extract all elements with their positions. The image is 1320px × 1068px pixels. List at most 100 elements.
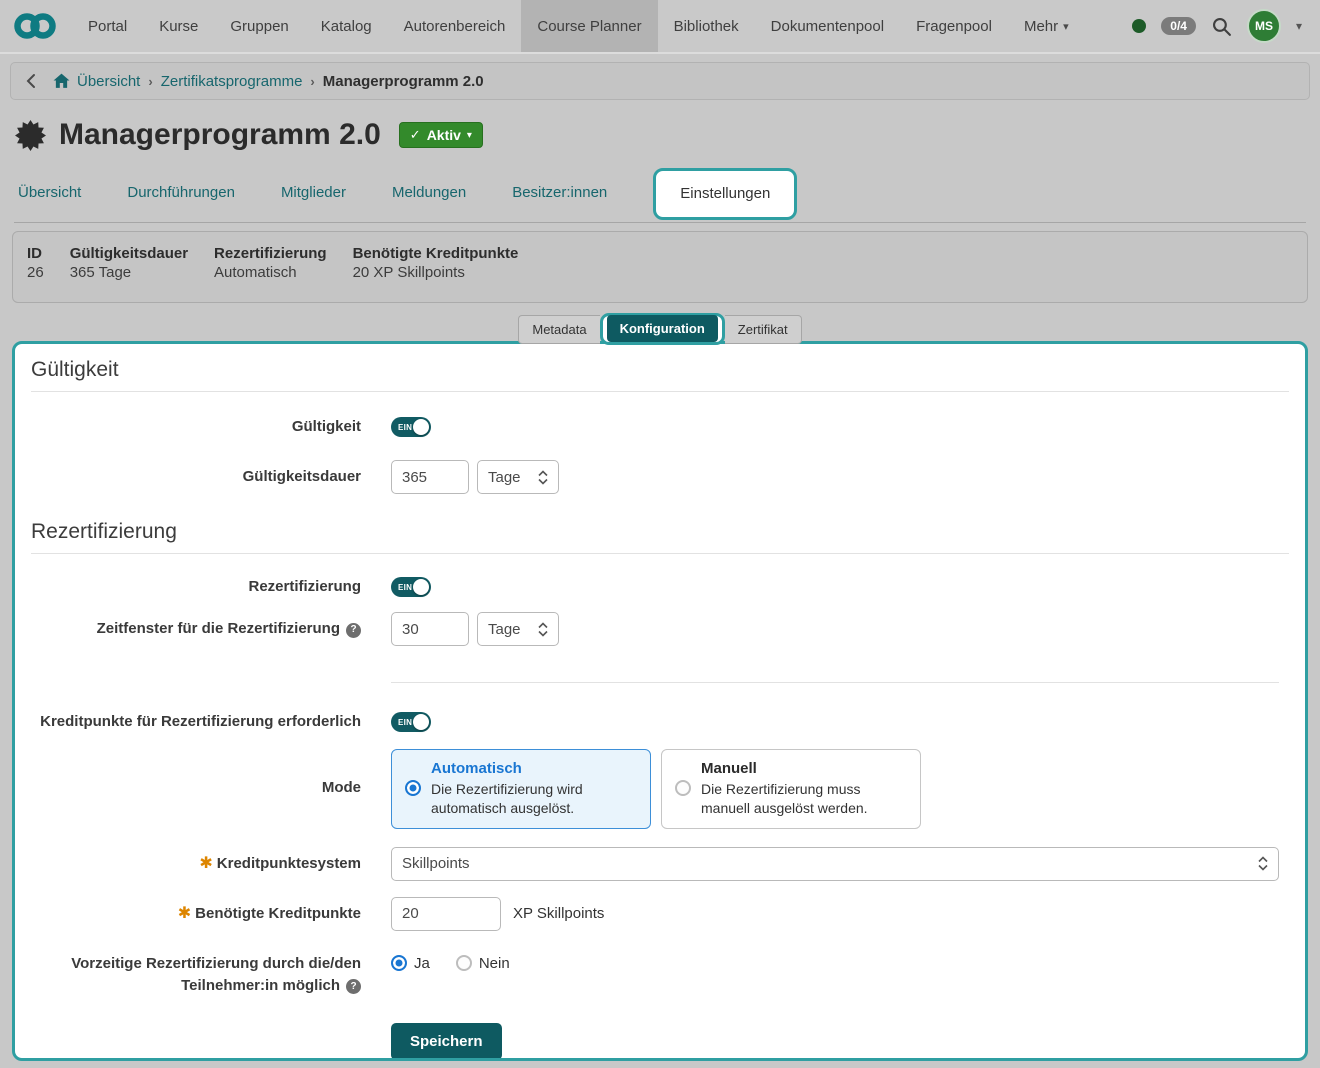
breadcrumb-link-uebersicht[interactable]: Übersicht xyxy=(77,73,140,90)
summary-col-rezertifizierung: Rezertifizierung Automatisch xyxy=(214,245,327,289)
rezertifizierung-toggle[interactable]: EIN xyxy=(391,577,431,597)
subtab-group: Metadata Konfiguration Zertifikat xyxy=(12,313,1308,345)
select-arrows-icon xyxy=(538,622,548,637)
nav-item-course-planner[interactable]: Course Planner xyxy=(521,0,657,52)
configuration-panel: Gültigkeit Gültigkeit EIN Gültigkeitsdau… xyxy=(12,341,1308,1061)
kreditpunkte-unit-suffix: XP Skillpoints xyxy=(513,905,604,922)
summary-col-gueltigkeitsdauer: Gültigkeitsdauer 365 Tage xyxy=(70,245,188,289)
tab-uebersicht[interactable]: Übersicht xyxy=(14,184,85,201)
section-title-rezertifizierung: Rezertifizierung xyxy=(31,518,1289,554)
page-header: Managerprogramm 2.0 ✓ Aktiv ▾ xyxy=(14,118,1306,152)
user-menu-caret-icon[interactable]: ▾ xyxy=(1296,19,1302,33)
online-status-dot xyxy=(1132,19,1146,33)
kreditpunkte-erforderlich-toggle[interactable]: EIN xyxy=(391,712,431,732)
help-icon[interactable]: ? xyxy=(346,623,361,638)
summary-value: Automatisch xyxy=(214,264,327,281)
summary-value: 20 XP Skillpoints xyxy=(353,264,519,281)
check-icon: ✓ xyxy=(410,127,421,143)
toggle-on-label: EIN xyxy=(398,718,412,727)
gueltigkeitsdauer-label: Gültigkeitsdauer xyxy=(31,466,361,488)
save-button[interactable]: Speichern xyxy=(391,1023,502,1060)
subtab-konfiguration-highlight: Konfiguration xyxy=(600,313,725,345)
kreditpunkte-erforderlich-label: Kreditpunkte für Rezertifizierung erford… xyxy=(31,711,361,733)
summary-col-kreditpunkte: Benötigte Kreditpunkte 20 XP Skillpoints xyxy=(353,245,519,289)
summary-col-id: ID 26 xyxy=(27,245,44,289)
mode-automatisch-radio[interactable] xyxy=(405,780,421,796)
subtab-zertifikat[interactable]: Zertifikat xyxy=(725,315,802,344)
nav-item-kurse[interactable]: Kurse xyxy=(143,0,214,52)
toggle-on-label: EIN xyxy=(398,423,412,432)
gueltigkeitsdauer-input[interactable] xyxy=(391,460,469,494)
gueltigkeitsdauer-unit-select[interactable]: Tage xyxy=(477,460,559,494)
help-icon[interactable]: ? xyxy=(346,979,361,994)
section-title-gueltigkeit: Gültigkeit xyxy=(31,356,1289,392)
summary-header: Gültigkeitsdauer xyxy=(70,245,188,262)
ja-label: Ja xyxy=(414,955,430,972)
zeitfenster-input[interactable] xyxy=(391,612,469,646)
nav-item-autorenbereich[interactable]: Autorenbereich xyxy=(388,0,522,52)
benoetigte-kreditpunkte-label: Benötigte Kreditpunkte xyxy=(195,905,361,922)
row-vorzeitige-rezertifizierung: Vorzeitige Rezertifizierung durch die/de… xyxy=(31,953,1289,997)
mode-manuell-title: Manuell xyxy=(701,760,907,777)
breadcrumb-link-zertifikatsprogramme[interactable]: Zertifikatsprogramme xyxy=(161,73,303,90)
mode-manuell-radio[interactable] xyxy=(675,780,691,796)
search-icon[interactable] xyxy=(1211,16,1232,37)
radio-option-ja[interactable]: Ja xyxy=(391,955,430,972)
program-summary-box: ID 26 Gültigkeitsdauer 365 Tage Rezertif… xyxy=(12,231,1308,303)
summary-area: ID 26 Gültigkeitsdauer 365 Tage Rezertif… xyxy=(12,231,1308,337)
breadcrumb-separator-icon: › xyxy=(148,74,152,89)
user-avatar[interactable]: MS xyxy=(1247,9,1281,43)
mode-card-automatisch[interactable]: Automatisch Die Rezertifizierung wird au… xyxy=(391,749,651,829)
kreditpunktesystem-select-value: Skillpoints xyxy=(402,855,470,872)
top-navbar: Portal Kurse Gruppen Katalog Autorenbere… xyxy=(0,0,1320,54)
nav-item-bibliothek[interactable]: Bibliothek xyxy=(658,0,755,52)
tab-mitglieder[interactable]: Mitglieder xyxy=(277,184,350,201)
nein-label: Nein xyxy=(479,955,510,972)
notification-count-badge[interactable]: 0/4 xyxy=(1161,17,1196,35)
nav-item-fragenpool[interactable]: Fragenpool xyxy=(900,0,1008,52)
nav-item-portal[interactable]: Portal xyxy=(72,0,143,52)
row-mode: Mode Automatisch Die Rezertifizierung wi… xyxy=(31,749,1289,829)
select-arrows-icon xyxy=(1258,856,1268,871)
toggle-knob xyxy=(413,579,429,595)
gueltigkeit-label: Gültigkeit xyxy=(31,416,361,438)
back-chevron-icon[interactable] xyxy=(25,73,37,89)
mode-card-manuell[interactable]: Manuell Die Rezertifizierung muss manuel… xyxy=(661,749,921,829)
subtab-metadata[interactable]: Metadata xyxy=(518,315,599,344)
tab-meldungen[interactable]: Meldungen xyxy=(388,184,470,201)
tab-einstellungen[interactable]: Einstellungen xyxy=(680,185,770,202)
breadcrumb-current-page: Managerprogramm 2.0 xyxy=(323,73,484,90)
home-icon[interactable] xyxy=(53,73,70,89)
openolat-logo-icon[interactable] xyxy=(0,0,72,52)
kreditpunktesystem-select[interactable]: Skillpoints xyxy=(391,847,1279,881)
status-label: Aktiv xyxy=(427,127,461,143)
zeitfenster-unit-select[interactable]: Tage xyxy=(477,612,559,646)
breadcrumb-separator-icon: › xyxy=(310,74,314,89)
row-zeitfenster: Zeitfenster für die Rezertifizierung? Ta… xyxy=(31,612,1289,646)
ja-radio[interactable] xyxy=(391,955,407,971)
mode-manuell-description: Die Rezertifizierung muss manuell ausgel… xyxy=(701,780,906,818)
nav-item-dokumentenpool[interactable]: Dokumentenpool xyxy=(755,0,900,52)
nein-radio[interactable] xyxy=(456,955,472,971)
unit-select-value: Tage xyxy=(488,621,521,638)
nav-item-katalog[interactable]: Katalog xyxy=(305,0,388,52)
toggle-on-label: EIN xyxy=(398,583,412,592)
tab-bar: Übersicht Durchführungen Mitglieder Meld… xyxy=(14,162,1306,223)
radio-option-nein[interactable]: Nein xyxy=(456,955,510,972)
required-marker: ✱ xyxy=(178,905,191,922)
unit-select-value: Tage xyxy=(488,469,521,486)
benoetigte-kreditpunkte-input[interactable] xyxy=(391,897,501,931)
navbar-right-cluster: 0/4 MS ▾ xyxy=(1132,0,1320,52)
subtab-konfiguration[interactable]: Konfiguration xyxy=(607,315,718,342)
tab-besitzerinnen[interactable]: Besitzer:innen xyxy=(508,184,611,201)
required-marker: ✱ xyxy=(199,855,212,872)
mode-automatisch-description: Die Rezertifizierung wird automatisch au… xyxy=(431,780,636,818)
gueltigkeit-toggle[interactable]: EIN xyxy=(391,417,431,437)
tab-durchfuehrungen[interactable]: Durchführungen xyxy=(123,184,239,201)
toggle-knob xyxy=(413,714,429,730)
nav-item-mehr[interactable]: Mehr ▾ xyxy=(1008,0,1085,52)
vorzeitige-label-line1: Vorzeitige Rezertifizierung durch die/de… xyxy=(71,955,361,972)
vorzeitige-radio-group: Ja Nein xyxy=(391,955,510,972)
status-dropdown-button[interactable]: ✓ Aktiv ▾ xyxy=(399,122,483,148)
nav-item-gruppen[interactable]: Gruppen xyxy=(214,0,304,52)
